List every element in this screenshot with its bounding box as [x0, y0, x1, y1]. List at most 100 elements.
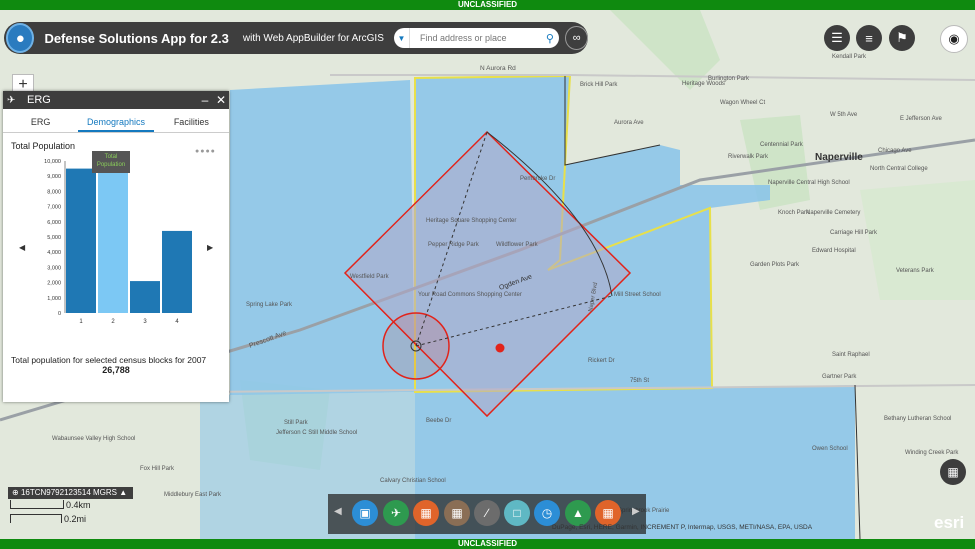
esri-logo: esri: [934, 513, 965, 532]
map-label: Calvary Christian School: [380, 478, 446, 484]
map-label: Garden Plots Park: [750, 262, 800, 268]
tab-facilities[interactable]: Facilities: [154, 112, 229, 132]
map-label: Veterans Park: [896, 268, 935, 274]
search-icon[interactable]: ⚲: [541, 32, 560, 45]
app-title: Defense Solutions App for 2.3: [44, 30, 229, 46]
map-label: Beebe Dr: [426, 418, 451, 424]
coordinate-text: 16TCN9792123514 MGRS: [20, 488, 117, 497]
y-tick-label: 4,000: [47, 250, 61, 256]
map-label: Naperville Central High School: [768, 180, 850, 186]
link-icon[interactable]: ∞: [565, 26, 588, 50]
map-label: Spring Lake Park: [246, 302, 293, 308]
line-icon[interactable]: ∕: [474, 500, 500, 526]
grid-icon[interactable]: ▦: [444, 500, 470, 526]
map-label: Naperville Cemetery: [806, 210, 860, 216]
map-label: Brick Hill Park: [580, 82, 618, 88]
attribute-table-icon[interactable]: ▦: [940, 459, 966, 485]
erg-widget-panel: ✈ ERG – ✕ ERG Demographics Facilities To…: [3, 91, 229, 402]
sketch-icon[interactable]: ▣: [352, 500, 378, 526]
map-attribution: DuPage, Esri, HERE, Garmin, INCREMENT P,…: [552, 524, 813, 531]
map-label: Middlebury East Park: [164, 492, 222, 498]
app-subtitle: with Web AppBuilder for ArcGIS: [242, 32, 384, 44]
y-tick-label: 7,000: [47, 205, 61, 211]
chart-tooltip: Total Population: [92, 151, 130, 173]
park-area: [860, 180, 975, 300]
map-label: Wildflower Park: [496, 242, 539, 248]
map-label: Mill Street School: [614, 292, 661, 298]
coordinate-readout[interactable]: ⊕ 16TCN9792123514 MGRS ▲: [8, 487, 134, 499]
map-label: Riverwalk Park: [728, 154, 769, 160]
scale-mi: 0.2mi: [64, 514, 87, 524]
y-tick-label: 0: [58, 311, 61, 317]
map-label: E Jefferson Ave: [900, 116, 942, 122]
clock-icon[interactable]: ◷: [534, 500, 560, 526]
visibility-eye-icon[interactable]: ◉: [940, 25, 968, 53]
layer-list-icon[interactable]: ≡: [856, 25, 882, 51]
globe-logo-icon: ●: [6, 23, 35, 53]
map-label: Fox Hill Park: [140, 466, 175, 472]
erg-widget-icon: ✈: [7, 94, 16, 106]
map-label: Pembroke Dr: [520, 176, 555, 182]
map-label: Rickert Dr: [588, 358, 615, 364]
map-label: Centennial Park: [760, 142, 804, 148]
y-tick-label: 5,000: [47, 235, 61, 241]
scale-km: 0.4km: [66, 500, 91, 510]
map-label: Winding Creek Park: [905, 450, 959, 456]
erg-tabs: ERG Demographics Facilities: [3, 112, 229, 133]
map-label: Jefferson C Still Middle School: [276, 430, 357, 436]
x-tick-label: 2: [111, 319, 115, 325]
coordinate-icon: ⊕: [12, 488, 21, 497]
search-input[interactable]: [417, 32, 541, 44]
minimize-icon[interactable]: –: [197, 93, 213, 107]
erg-panel-title: ERG: [27, 94, 51, 106]
map-label: Carriage Hill Park: [830, 230, 878, 236]
map-label: W 5th Ave: [830, 112, 858, 118]
close-icon[interactable]: ✕: [213, 93, 229, 107]
map-label: Still Park: [284, 420, 309, 426]
scale-bar: 0.4km 0.2mi: [10, 500, 95, 526]
y-tick-label: 2,000: [47, 281, 61, 287]
y-tick-label: 1,000: [47, 296, 61, 302]
map-label: N Aurora Rd: [480, 65, 516, 72]
classification-banner-top: UNCLASSIFIED: [0, 0, 975, 10]
map-label: Gartner Park: [822, 374, 857, 380]
route-icon[interactable]: ✈: [383, 500, 409, 526]
map-label: Aurora Ave: [614, 120, 644, 126]
search-source-dropdown[interactable]: ▼: [394, 28, 410, 48]
y-tick-label: 10,000: [44, 159, 61, 165]
metric-label: Total Population: [11, 141, 76, 151]
map-label: Saint Raphael: [832, 352, 870, 358]
elevation-icon[interactable]: ▲: [565, 500, 591, 526]
erg-panel-header: ✈ ERG – ✕: [3, 91, 229, 109]
x-tick-label: 4: [175, 319, 179, 325]
map-label: Heritage Square Shopping Center: [426, 218, 516, 224]
population-bar-chart: 0 1,000 2,000 3,000 4,000 5,000 6,000 7,000 8,00…: [44, 159, 192, 325]
y-tick-label: 3,000: [47, 265, 61, 271]
toolbar-next-icon[interactable]: ▶: [632, 506, 640, 517]
table-icon[interactable]: ▦: [413, 500, 439, 526]
map-label: Wabaunsee Valley High School: [52, 436, 135, 442]
map-label: Owen School: [812, 446, 848, 452]
y-tick-label: 8,000: [47, 189, 61, 195]
layers-icon[interactable]: ☰: [824, 25, 850, 51]
map-label: Chicago Ave: [878, 148, 912, 154]
bar-2[interactable]: [98, 169, 128, 313]
bookmark-icon[interactable]: ⚑: [889, 25, 915, 51]
total-population-value: 26,788: [102, 365, 130, 375]
search-box: ▼ ⚲: [393, 28, 560, 48]
tab-erg[interactable]: ERG: [3, 112, 78, 132]
bar-3[interactable]: [130, 281, 160, 313]
toolbar-prev-icon[interactable]: ◀: [334, 506, 342, 517]
map-label: North Central College: [870, 166, 928, 172]
app-header: ● Defense Solutions App for 2.3 with Web…: [4, 22, 588, 54]
tab-demographics[interactable]: Demographics: [78, 112, 154, 132]
map-label: Kendall Park: [832, 54, 867, 60]
map-label: Bethany Lutheran School: [884, 416, 951, 422]
map-label: Naperville: [815, 152, 863, 163]
y-tick-label: 6,000: [47, 220, 61, 226]
map-label: Pepper Ridge Park: [428, 242, 480, 248]
coordinate-icon-button[interactable]: □: [504, 500, 530, 526]
bar-1[interactable]: [66, 168, 96, 313]
dashboard-icon[interactable]: ▦: [595, 500, 621, 526]
bar-4[interactable]: [162, 230, 192, 313]
